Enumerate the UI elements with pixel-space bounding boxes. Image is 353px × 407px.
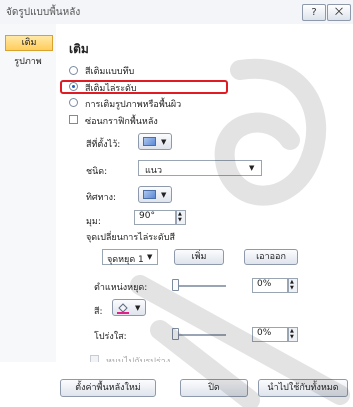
picture-fill-radio[interactable] [69, 98, 78, 107]
reset-background-label: ตั้งค่าพื้นหลังใหม่ [75, 383, 141, 393]
spin-down-icon: ▼ [290, 334, 294, 340]
type-label: ชนิด: [86, 167, 108, 177]
stop-position-track [174, 285, 226, 287]
angle-input[interactable]: 90° [134, 210, 176, 225]
type-value: แนว [145, 166, 163, 176]
transparency-thumb[interactable] [172, 328, 179, 340]
preset-colors-label: สีที่ตั้งไว้: [86, 140, 121, 150]
paint-bucket-icon [117, 303, 129, 314]
stop-dropdown[interactable]: จุดหยุด 1 ▼ [102, 249, 158, 265]
stop-position-value: 0% [257, 279, 272, 289]
picture-fill-label: การเติมรูปภาพหรือพื้นผิว [85, 100, 182, 110]
solid-fill-radio[interactable] [69, 66, 78, 75]
stop-position-thumb[interactable] [172, 279, 179, 291]
add-stop-label: เพิ่ม [191, 252, 207, 262]
remove-stop-button[interactable]: เอาออก [244, 249, 298, 265]
chevron-down-icon: ▼ [161, 191, 167, 199]
chevron-down-icon: ▼ [147, 253, 153, 261]
apply-to-all-button[interactable]: นำไปใช้กับทั้งหมด [258, 379, 348, 397]
sidebar-item-picture[interactable]: รูปภาพ [5, 55, 51, 69]
hide-graphics-checkbox[interactable] [69, 115, 78, 124]
color-label: สี: [94, 307, 103, 317]
transparency-track [174, 334, 226, 336]
angle-spinner[interactable]: ▲ ▼ [176, 210, 186, 225]
direction-button[interactable]: ▼ [138, 186, 172, 203]
reset-background-button[interactable]: ตั้งค่าพื้นหลังใหม่ [60, 379, 156, 397]
angle-value: 90° [139, 211, 155, 221]
category-sidebar: เติม รูปภาพ [0, 24, 57, 362]
sidebar-item-label: เติม [21, 38, 37, 48]
transparency-spinner[interactable]: ▲ ▼ [288, 327, 298, 342]
chevron-down-icon: ▼ [161, 138, 167, 146]
remove-stop-label: เอาออก [256, 252, 286, 262]
spin-down-icon: ▼ [290, 285, 294, 291]
angle-label: มุม: [86, 217, 101, 227]
sidebar-item-fill[interactable]: เติม [5, 35, 53, 51]
stop-position-spinner[interactable]: ▲ ▼ [288, 278, 298, 293]
chevron-down-icon: ▼ [135, 304, 141, 312]
apply-to-all-label: นำไปใช้กับทั้งหมด [267, 383, 339, 393]
direction-label: ทิศทาง: [86, 193, 117, 203]
transparency-input[interactable]: 0% [252, 327, 288, 342]
dialog-footer: ตั้งค่าพื้นหลังใหม่ ปิด นำไปใช้กับทั้งหม… [0, 362, 353, 407]
fill-panel: เติม สีเติมแบบทึบ สีเติมไล่ระดับ การเติม… [56, 24, 353, 367]
chevron-down-icon: ▼ [249, 164, 255, 172]
stop-position-label: ตำแหน่งหยุด: [94, 283, 148, 293]
transparency-value: 0% [257, 328, 272, 338]
color-button[interactable]: ▼ [112, 299, 146, 316]
panel-heading: เติม [69, 42, 89, 56]
close-button[interactable]: ปิด [180, 379, 248, 397]
stop-position-input[interactable]: 0% [252, 278, 288, 293]
sidebar-item-label: รูปภาพ [14, 57, 42, 67]
gradient-stops-label: จุดเปลี่ยนการไล่ระดับสี [86, 233, 175, 243]
help-button[interactable]: ? [302, 4, 326, 21]
add-stop-button[interactable]: เพิ่ม [174, 249, 224, 265]
window-title: จัดรูปแบบพื้นหลัง [6, 7, 81, 18]
solid-fill-label: สีเติมแบบทึบ [85, 67, 135, 77]
gradient-fill-label: สีเติมไล่ระดับ [85, 84, 137, 94]
type-dropdown[interactable]: แนว ▼ [138, 160, 262, 176]
preset-colors-button[interactable]: ▼ [138, 133, 172, 150]
close-label: ปิด [208, 383, 220, 393]
transparency-label: โปร่งใส: [94, 332, 127, 342]
title-bar: จัดรูปแบบพื้นหลัง ? ⨉ [0, 0, 353, 25]
gradient-fill-radio[interactable] [69, 82, 78, 91]
spin-down-icon: ▼ [178, 217, 182, 223]
hide-graphics-label: ซ่อนกราฟิกพื้นหลัง [85, 117, 158, 127]
close-window-button[interactable]: ⨉ [327, 4, 351, 21]
question-icon: ? [311, 7, 317, 18]
direction-swatch-icon [143, 190, 156, 199]
close-icon: ⨉ [335, 7, 343, 18]
gradient-swatch-icon [143, 137, 156, 146]
stop-value: จุดหยุด 1 [107, 255, 144, 265]
